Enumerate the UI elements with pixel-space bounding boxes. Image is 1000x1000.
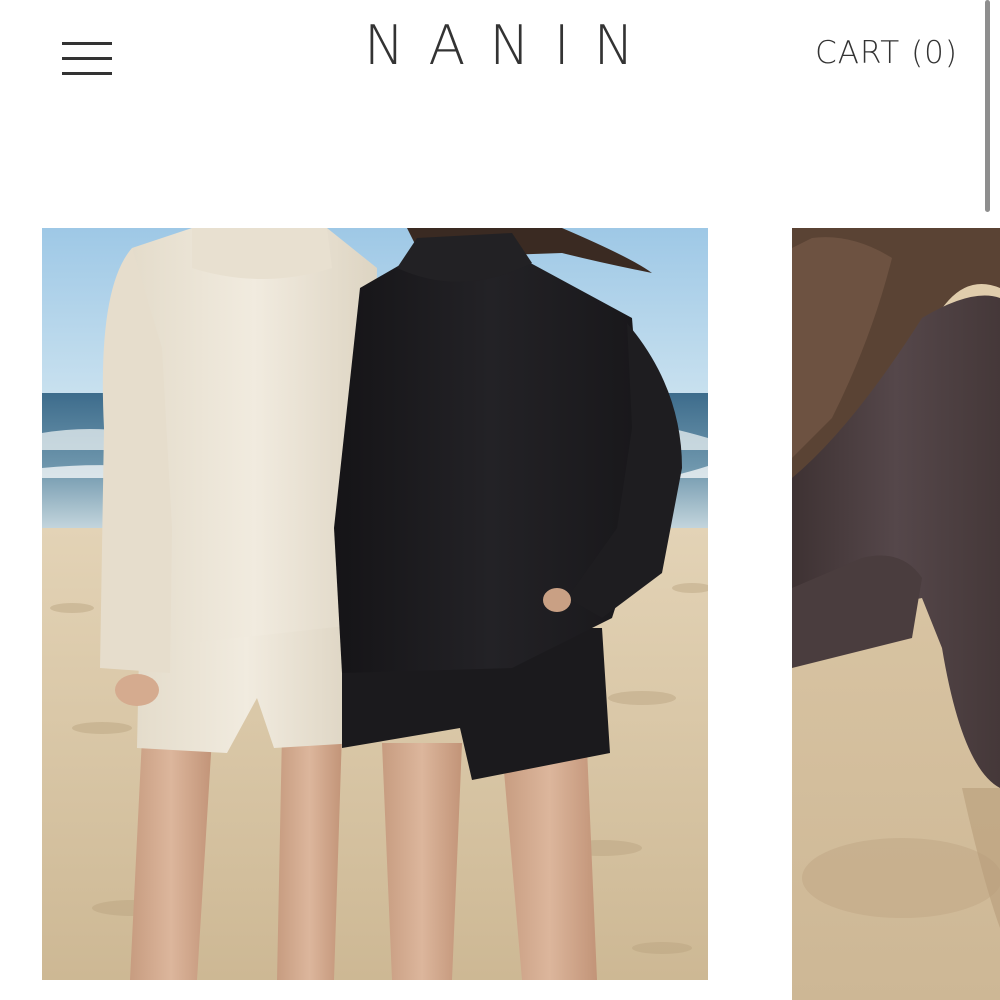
page: NANIN CART (0) [0,0,1000,1000]
beach-models-illustration [42,228,708,980]
hamburger-menu-icon[interactable] [56,36,118,82]
menu-bar [62,57,112,60]
brown-sweater-model-illustration [792,228,1000,1000]
cart-link[interactable]: CART (0) [815,30,958,76]
brand-logo[interactable]: NANIN [340,14,650,78]
product-image[interactable] [42,228,708,980]
scrollbar[interactable] [985,0,990,212]
menu-bar [62,42,112,45]
menu-bar [62,72,112,75]
product-image[interactable] [792,228,1000,1000]
